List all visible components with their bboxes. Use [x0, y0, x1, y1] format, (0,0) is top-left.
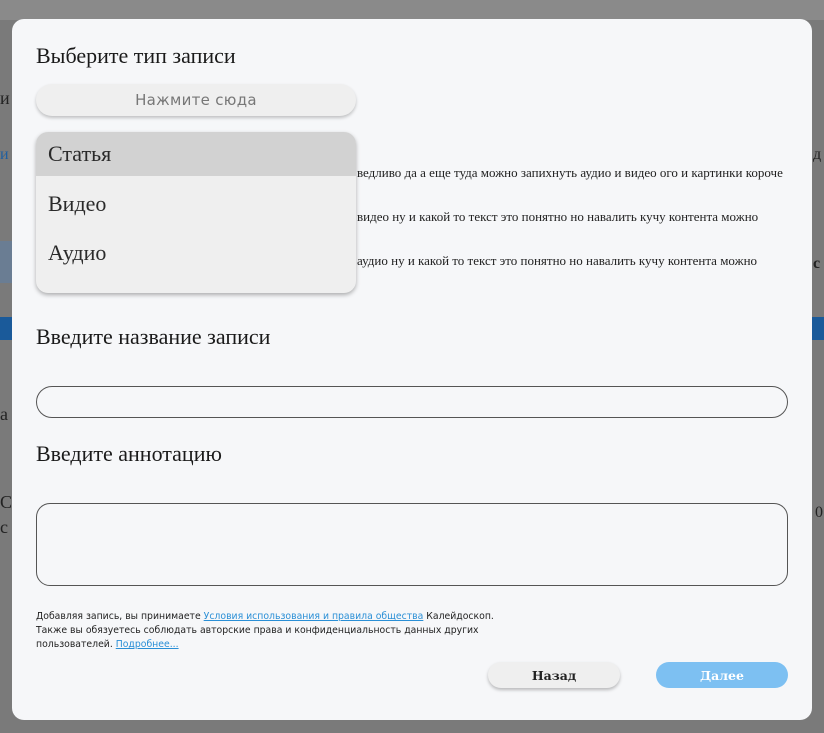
- bg-header-bar: [0, 0, 824, 20]
- legal-text: Добавляя запись, вы принимаете: [36, 611, 204, 622]
- annotation-textarea[interactable]: [36, 503, 788, 586]
- bg-left-link-fragment: и: [0, 146, 9, 163]
- annotation-heading: Введите аннотацию: [36, 441, 222, 466]
- type-select-button[interactable]: Нажмите сюда: [36, 84, 356, 116]
- background-text-row: аудио ну и какой то текст это понятно но…: [357, 253, 758, 268]
- background-text-row: видео ну и какой то текст это понятно но…: [357, 209, 759, 224]
- bg-left-fragment: и: [0, 88, 10, 108]
- legal-text: Калейдоскоп.: [423, 611, 494, 622]
- bg-right-fragment: с: [813, 255, 821, 272]
- legal-notice: Добавляя запись, вы принимаете Условия и…: [36, 610, 496, 652]
- legal-text: пользователей.: [36, 639, 116, 650]
- type-option-video[interactable]: Видео: [36, 182, 356, 226]
- background-text-row: ведливо да а еще туда можно запихнуть ау…: [357, 165, 783, 180]
- bg-left-block: [0, 241, 12, 283]
- create-post-modal: Выберите тип записи Нажмите сюда ведливо…: [12, 19, 812, 720]
- back-button[interactable]: Назад: [488, 662, 620, 688]
- bg-left-fragment: С: [0, 492, 13, 512]
- bg-left-fragment: а: [0, 404, 8, 424]
- bg-right-fragment: д: [813, 146, 822, 163]
- bg-right-fragment: 0: [815, 504, 823, 521]
- legal-text: Также вы обязуетесь соблюдать авторские …: [36, 625, 479, 636]
- more-link[interactable]: Подробнее...: [116, 639, 179, 650]
- terms-link[interactable]: Условия использования и правила общества: [204, 611, 424, 622]
- bg-left-fragment: с: [0, 517, 8, 537]
- type-option-audio[interactable]: Аудио: [36, 231, 356, 275]
- title-heading: Введите название записи: [36, 324, 271, 349]
- next-button[interactable]: Далее: [656, 662, 788, 688]
- type-option-article[interactable]: Статья: [36, 132, 356, 176]
- type-heading: Выберите тип записи: [36, 43, 236, 68]
- title-input[interactable]: [36, 386, 788, 418]
- type-dropdown: Статья Видео Аудио: [36, 132, 356, 293]
